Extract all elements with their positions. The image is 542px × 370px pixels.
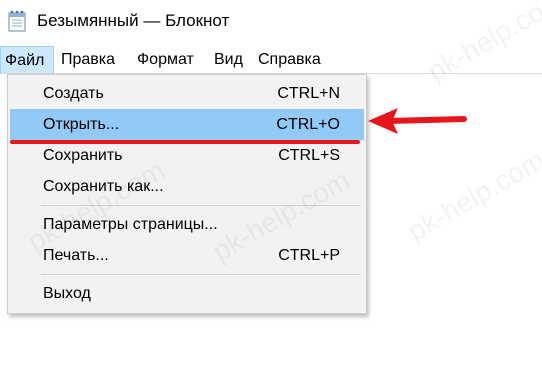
menu-item-label: Открыть... xyxy=(43,116,120,133)
menu-item-label: Создать xyxy=(43,85,104,102)
watermark: pk-help.com xyxy=(402,144,542,248)
notepad-icon xyxy=(8,10,26,32)
menu-item-shortcut: CTRL+S xyxy=(278,147,340,164)
menu-item-shortcut: CTRL+N xyxy=(277,85,340,102)
file-menu-dropdown: Создать CTRL+N Открыть... CTRL+O Сохрани… xyxy=(7,74,367,314)
menu-item-open[interactable]: Открыть... CTRL+O xyxy=(10,109,364,140)
menu-item-new[interactable]: Создать CTRL+N xyxy=(10,78,364,109)
menu-item-label: Печать... xyxy=(43,247,109,264)
menu-separator xyxy=(41,274,361,275)
menu-format[interactable]: Формат xyxy=(137,46,194,74)
menu-item-label: Выход xyxy=(43,285,91,302)
menu-item-label: Параметры страницы... xyxy=(43,216,218,233)
red-arrow-icon xyxy=(366,106,470,141)
menu-help[interactable]: Справка xyxy=(258,46,321,74)
menu-item-print[interactable]: Печать... CTRL+P xyxy=(10,240,364,271)
menu-item-label: Сохранить xyxy=(43,147,123,164)
menu-view[interactable]: Вид xyxy=(214,46,243,74)
menu-item-shortcut: CTRL+P xyxy=(278,247,340,264)
menu-item-exit[interactable]: Выход xyxy=(10,278,364,309)
menu-separator xyxy=(41,205,361,206)
menu-bar: Файл Правка Формат Вид Справка xyxy=(0,46,542,74)
menu-file[interactable]: Файл xyxy=(0,46,54,74)
menu-edit[interactable]: Правка xyxy=(61,46,115,74)
menu-item-save-as[interactable]: Сохранить как... xyxy=(10,171,364,202)
menu-item-label: Сохранить как... xyxy=(43,178,164,195)
menu-item-page-setup[interactable]: Параметры страницы... xyxy=(10,209,364,240)
window-title: Безымянный — Блокнот xyxy=(37,11,230,30)
menu-item-save[interactable]: Сохранить CTRL+S xyxy=(10,140,364,171)
annotation-underline xyxy=(10,140,360,144)
menu-item-shortcut: CTRL+O xyxy=(276,116,340,133)
title-bar: Безымянный — Блокнот xyxy=(0,0,542,44)
